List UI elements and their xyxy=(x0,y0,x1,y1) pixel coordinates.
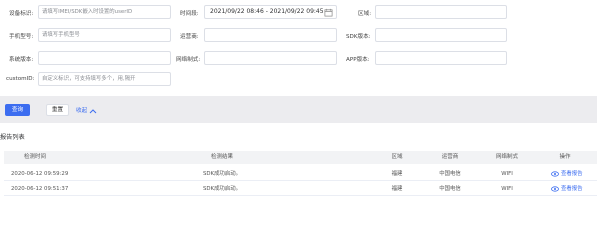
row-carrier: 中国电信 xyxy=(439,186,461,192)
app-version-label: APP版本: xyxy=(346,57,370,63)
table-header: 检测时间 检测结果 区域 运营商 网络制式 操作 xyxy=(4,151,597,164)
phone-model-label: 手机型号: xyxy=(9,34,34,40)
row-time: 2020-06-12 09:59:29 xyxy=(11,171,69,177)
table-row: 2020-06-12 09:51:37 SDK成功启动。 福建 中国电信 WIF… xyxy=(4,182,597,196)
app-version-input[interactable] xyxy=(375,51,507,65)
row-region: 福建 xyxy=(391,186,403,192)
phone-model-input[interactable]: 请填写手机型号 xyxy=(38,28,171,42)
row-result: SDK成功启动。 xyxy=(202,171,242,177)
reset-button[interactable]: 重置 xyxy=(46,104,69,116)
row-carrier: 中国电信 xyxy=(439,171,461,177)
table-row: 2020-06-12 09:59:29 SDK成功启动。 福建 中国电信 WIF… xyxy=(4,167,597,181)
device-id-input[interactable]: 请填写IMEI/SDK嵌入时设置的userID xyxy=(38,5,171,19)
custom-id-input[interactable]: 自定义标识，可支持填写多个，用,隔开 xyxy=(38,72,171,86)
time-range-input[interactable]: 2021/09/22 08:46 - 2021/09/22 09:45 xyxy=(204,5,337,19)
sdk-version-label: SDK版本: xyxy=(346,34,371,40)
os-version-input[interactable] xyxy=(38,51,171,65)
calendar-icon xyxy=(324,8,333,17)
device-id-label: 设备标识: xyxy=(9,11,34,17)
query-button[interactable]: 查询 xyxy=(5,104,30,116)
row-result: SDK成功启动。 xyxy=(202,186,242,192)
column-header-time: 检测时间 xyxy=(24,154,47,160)
carrier-label: 运营商: xyxy=(180,34,199,40)
time-range-label: 时间段: xyxy=(180,11,199,17)
column-header-result: 检测结果 xyxy=(210,154,234,160)
network-input[interactable] xyxy=(204,51,337,65)
os-version-label: 系统版本: xyxy=(9,57,34,63)
report-list-title: 报告列表 xyxy=(0,134,25,141)
carrier-input[interactable] xyxy=(204,28,337,42)
region-input[interactable] xyxy=(375,5,507,19)
collapse-label: 收起 xyxy=(76,108,88,114)
row-region: 福建 xyxy=(391,171,403,177)
chevron-up-icon xyxy=(89,108,97,113)
column-header-network: 网络制式 xyxy=(495,154,519,160)
region-label: 区域: xyxy=(358,11,372,17)
view-report-label: 查看报告 xyxy=(561,171,583,177)
view-report-link[interactable]: 查看报告 xyxy=(551,182,583,196)
column-header-carrier: 运营商 xyxy=(441,154,459,160)
eye-icon xyxy=(551,170,559,177)
filter-panel: 设备标识: 请填写IMEI/SDK嵌入时设置的userID 时间段: 2021/… xyxy=(0,0,597,96)
action-bar: 查询 重置 收起 xyxy=(0,96,597,123)
network-label: 网络制式: xyxy=(176,57,201,63)
column-header-action: 操作 xyxy=(559,154,571,160)
row-network: WIFI xyxy=(501,171,513,177)
custom-id-label: customID: xyxy=(6,76,35,82)
sdk-version-input[interactable] xyxy=(375,28,507,42)
column-header-region: 区域 xyxy=(391,154,403,160)
row-time: 2020-06-12 09:51:37 xyxy=(11,186,69,192)
row-network: WIFI xyxy=(501,186,513,192)
collapse-toggle[interactable]: 收起 xyxy=(76,106,97,114)
view-report-link[interactable]: 查看报告 xyxy=(551,167,583,181)
eye-icon xyxy=(551,185,559,192)
view-report-label: 查看报告 xyxy=(561,186,583,192)
time-range-value: 2021/09/22 08:46 - 2021/09/22 09:45 xyxy=(210,8,324,15)
